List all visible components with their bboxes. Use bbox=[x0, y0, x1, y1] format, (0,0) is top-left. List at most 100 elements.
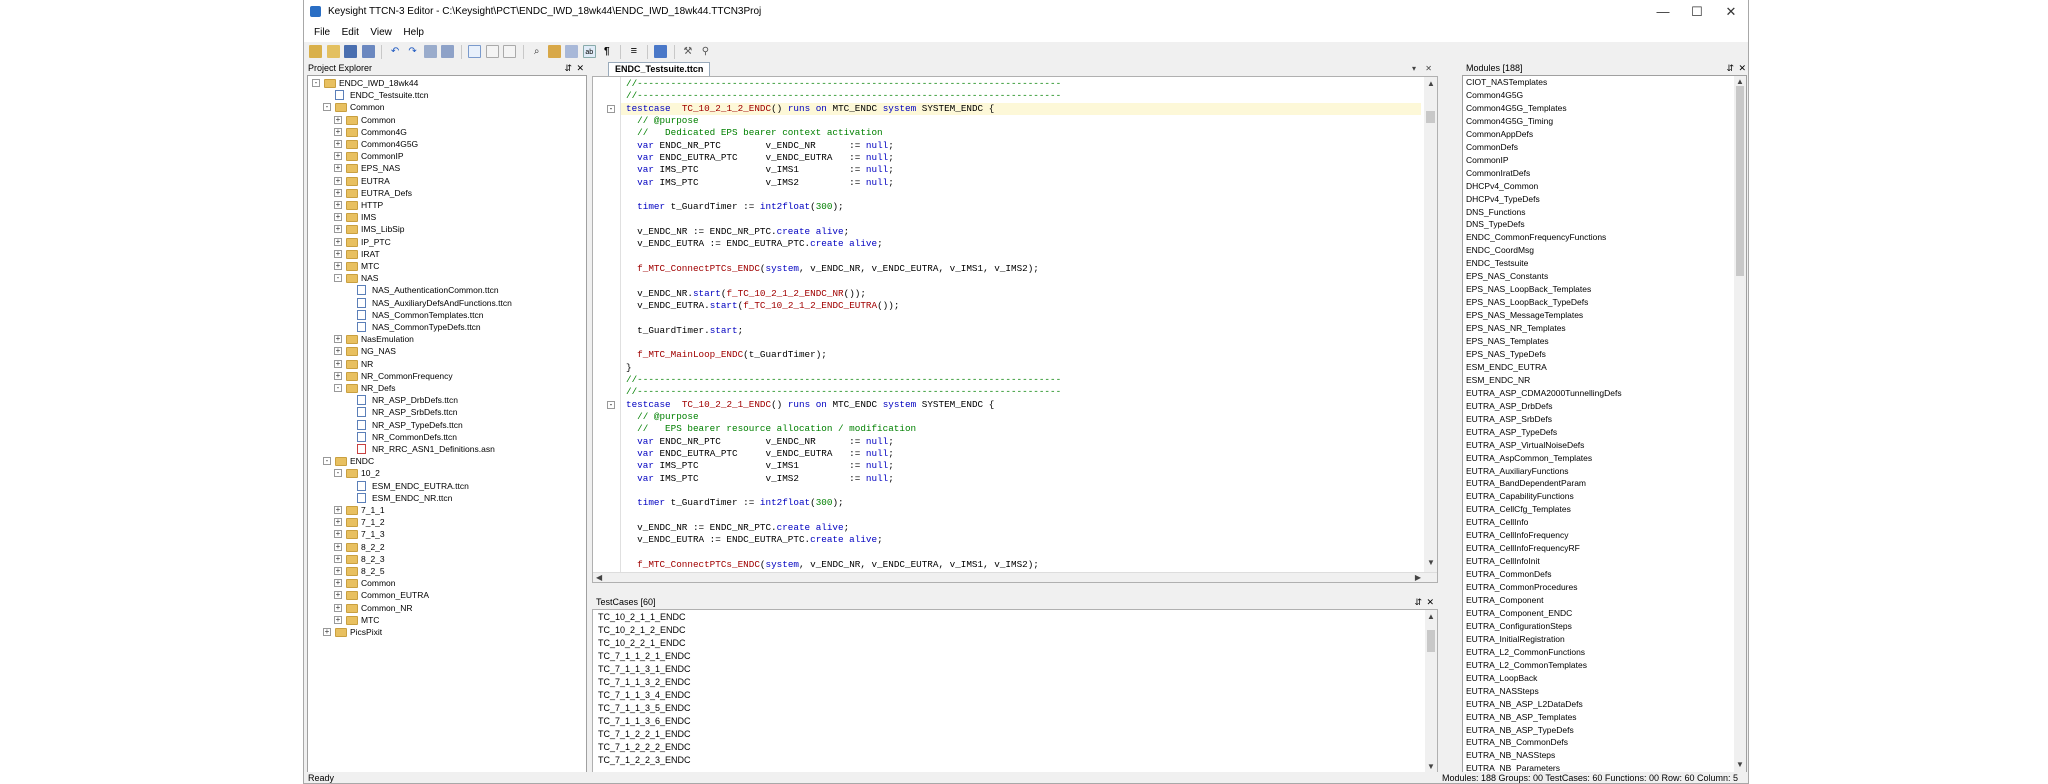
code-line[interactable]: t_GuardTimer.start; bbox=[626, 325, 743, 337]
scroll-down-icon[interactable]: ▼ bbox=[1427, 762, 1435, 772]
module-item[interactable]: EUTRA_BandDependentParam bbox=[1466, 477, 1586, 490]
code-line[interactable]: f_MTC_ConnectPTCs_ENDC(system, v_ENDC_NR… bbox=[626, 559, 1039, 571]
tree-node[interactable]: + IMS_LibSip bbox=[308, 223, 578, 235]
testcase-item[interactable]: TC_7_1_1_2_1_ENDC bbox=[598, 650, 691, 663]
expand-icon[interactable]: + bbox=[334, 115, 342, 124]
collapse-icon[interactable]: - bbox=[334, 469, 342, 478]
editor-horizontal-scrollbar[interactable]: ◀ ▶ bbox=[593, 572, 1437, 582]
code-line[interactable]: var ENDC_NR_PTC v_ENDC_NR := null; bbox=[626, 436, 894, 448]
testcases-scroll-thumb[interactable] bbox=[1427, 630, 1435, 652]
fold-toggle-icon[interactable]: - bbox=[607, 400, 615, 409]
testcase-item[interactable]: TC_10_2_1_2_ENDC bbox=[598, 624, 686, 637]
menu-edit[interactable]: Edit bbox=[342, 27, 359, 38]
module-item[interactable]: CIOT_NASTemplates bbox=[1466, 76, 1547, 89]
tree-node[interactable]: + EUTRA_Defs bbox=[308, 187, 578, 199]
tree-node[interactable]: ENDC_Testsuite.ttcn bbox=[308, 89, 578, 101]
expand-icon[interactable]: + bbox=[334, 567, 342, 575]
module-item[interactable]: EUTRA_Component_ENDC bbox=[1466, 607, 1572, 620]
collapse-icon[interactable]: - bbox=[334, 274, 342, 283]
expand-icon[interactable]: + bbox=[334, 201, 342, 209]
expand-icon[interactable]: + bbox=[334, 262, 342, 270]
tree-node[interactable]: NAS_CommonTemplates.ttcn bbox=[308, 309, 578, 321]
code-line[interactable]: v_ENDC_NR := ENDC_NR_PTC.create alive; bbox=[626, 226, 849, 238]
expand-icon[interactable]: + bbox=[334, 164, 342, 173]
module-item[interactable]: EUTRA_NB_ASP_L2DataDefs bbox=[1466, 698, 1583, 711]
module-item[interactable]: EUTRA_ASP_TypeDefs bbox=[1466, 426, 1557, 439]
code-line[interactable]: } bbox=[626, 362, 632, 374]
expand-icon[interactable]: + bbox=[334, 371, 342, 380]
tree-node[interactable]: - NR_Defs bbox=[308, 382, 578, 394]
module-item[interactable]: EPS_NAS_MessageTemplates bbox=[1466, 309, 1583, 322]
expand-icon[interactable]: + bbox=[334, 579, 342, 588]
copy-icon[interactable] bbox=[441, 45, 455, 58]
module-item[interactable]: CommonIratDefs bbox=[1466, 167, 1530, 180]
expand-icon[interactable]: + bbox=[334, 347, 342, 356]
close-pane-icon[interactable]: ✕ bbox=[1738, 62, 1746, 75]
collapse-icon[interactable]: - bbox=[312, 79, 320, 87]
code-line[interactable]: v_ENDC_EUTRA := ENDC_EUTRA_PTC.create al… bbox=[626, 534, 883, 546]
tree-node[interactable]: + PicsPixit bbox=[308, 626, 578, 638]
expand-icon[interactable]: + bbox=[334, 603, 342, 612]
code-line[interactable]: testcase TC_10_2_1_2_ENDC() runs on MTC_… bbox=[626, 103, 994, 115]
tab-endc-testsuite[interactable]: ENDC_Testsuite.ttcn bbox=[608, 62, 711, 76]
module-item[interactable]: EUTRA_ASP_VirtualNoiseDefs bbox=[1466, 439, 1584, 452]
code-line[interactable]: v_ENDC_EUTRA.start(f_TC_10_2_1_2_ENDC_EU… bbox=[626, 300, 899, 312]
tree-node[interactable]: - Common bbox=[308, 101, 578, 113]
tree-node[interactable]: +8_2_5 bbox=[308, 565, 578, 577]
module-item[interactable]: EUTRA_CommonProcedures bbox=[1466, 581, 1577, 594]
expand-icon[interactable]: + bbox=[334, 591, 342, 600]
module-item[interactable]: EUTRA_CellCfg_Templates bbox=[1466, 503, 1571, 516]
expand-icon[interactable]: + bbox=[334, 615, 342, 624]
module-item[interactable]: EUTRA_ASP_DrbDefs bbox=[1466, 400, 1552, 413]
scroll-up-icon[interactable]: ▲ bbox=[1427, 79, 1435, 89]
editor-scroll-thumb[interactable] bbox=[1426, 111, 1435, 123]
testcase-item[interactable]: TC_7_1_2_2_3_ENDC bbox=[598, 754, 691, 767]
code-line[interactable]: var IMS_PTC v_IMS2 := null; bbox=[626, 473, 894, 485]
save-icon[interactable] bbox=[344, 45, 358, 58]
scroll-down-icon[interactable]: ▼ bbox=[1427, 558, 1435, 568]
scroll-down-icon[interactable]: ▼ bbox=[1736, 760, 1744, 770]
tree-node[interactable]: + Common_EUTRA bbox=[308, 589, 578, 601]
menu-help[interactable]: Help bbox=[403, 27, 424, 38]
module-item[interactable]: DHCPv4_Common bbox=[1466, 180, 1538, 193]
tree-node[interactable]: + EUTRA bbox=[308, 175, 578, 187]
module-item[interactable]: EUTRA_Component bbox=[1466, 594, 1543, 607]
code-line[interactable]: var IMS_PTC v_IMS1 := null; bbox=[626, 164, 894, 176]
module-item[interactable]: CommonDefs bbox=[1466, 141, 1518, 154]
window-icon[interactable] bbox=[468, 45, 482, 58]
pin-icon[interactable]: ⇵ bbox=[1414, 596, 1422, 609]
tree-node[interactable]: - ENDC_IWD_18wk44 bbox=[308, 77, 578, 89]
tree-node[interactable]: + Common bbox=[308, 114, 578, 126]
module-item[interactable]: CommonIP bbox=[1466, 154, 1509, 167]
collapse-icon[interactable]: - bbox=[323, 103, 331, 112]
testcase-item[interactable]: TC_7_1_1_3_2_ENDC bbox=[598, 676, 691, 689]
redo-icon[interactable]: ↷ bbox=[406, 45, 419, 58]
tree-node[interactable]: +8_2_2 bbox=[308, 541, 578, 553]
module-item[interactable]: EUTRA_CellInfoInit bbox=[1466, 555, 1540, 568]
module-item[interactable]: EPS_NAS_Constants bbox=[1466, 270, 1548, 283]
list-icon[interactable]: ≡ bbox=[627, 45, 640, 58]
editor-vertical-scrollbar[interactable]: ▲ ▼ bbox=[1424, 77, 1437, 582]
modules-scrollbar[interactable]: ▲ ▼ bbox=[1734, 76, 1746, 772]
tab-close-icon[interactable]: ✕ bbox=[1425, 64, 1432, 74]
module-item[interactable]: DNS_TypeDefs bbox=[1466, 218, 1525, 231]
module-item[interactable]: EUTRA_NB_CommonDefs bbox=[1466, 736, 1568, 749]
tree-node[interactable]: +7_1_3 bbox=[308, 528, 578, 540]
tree-node[interactable]: + IP_PTC bbox=[308, 236, 578, 248]
tree-node[interactable]: + IMS bbox=[308, 211, 578, 223]
code-line[interactable]: //--------------------------------------… bbox=[626, 386, 1061, 398]
module-item[interactable]: EUTRA_CellInfo bbox=[1466, 516, 1528, 529]
module-item[interactable]: ESM_ENDC_NR bbox=[1466, 374, 1530, 387]
code-line[interactable]: f_MTC_ConnectPTCs_ENDC(system, v_ENDC_NR… bbox=[626, 263, 1039, 275]
tree-node[interactable]: NAS_CommonTypeDefs.ttcn bbox=[308, 321, 578, 333]
code-line[interactable]: // @purpose bbox=[626, 411, 698, 423]
tree-node[interactable]: +8_2_3 bbox=[308, 553, 578, 565]
module-item[interactable]: EUTRA_InitialRegistration bbox=[1466, 633, 1565, 646]
new-project-icon[interactable] bbox=[309, 45, 322, 58]
tab-list-dropdown-icon[interactable]: ▾ bbox=[1412, 64, 1416, 74]
tree-node[interactable]: ESM_ENDC_EUTRA.ttcn bbox=[308, 480, 578, 492]
search-icon[interactable]: ⚲ bbox=[699, 45, 712, 58]
expand-icon[interactable]: + bbox=[334, 554, 342, 563]
module-item[interactable]: EUTRA_ASP_SrbDefs bbox=[1466, 413, 1552, 426]
module-item[interactable]: ENDC_Testsuite bbox=[1466, 257, 1528, 270]
